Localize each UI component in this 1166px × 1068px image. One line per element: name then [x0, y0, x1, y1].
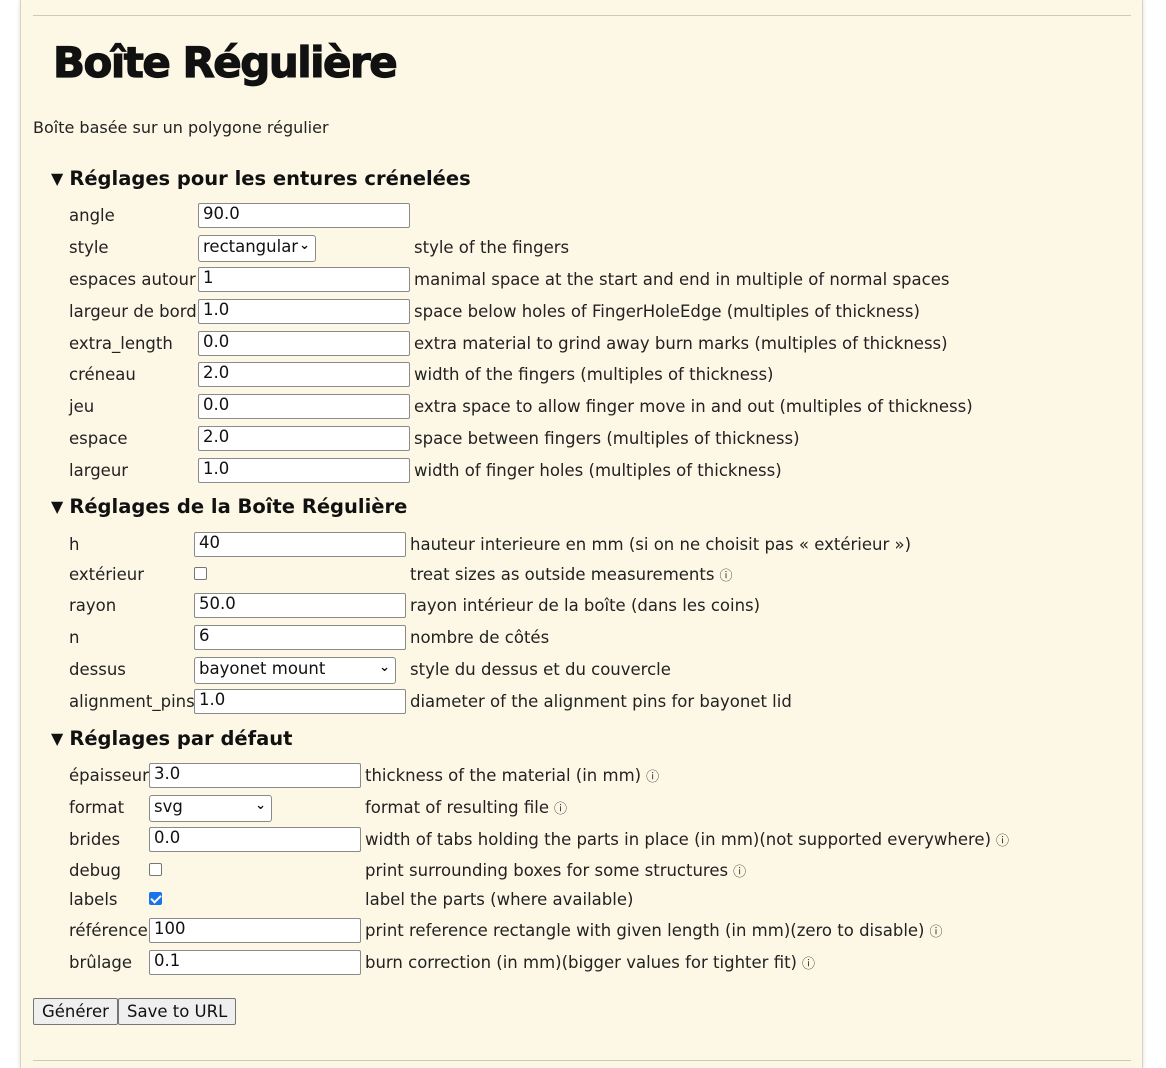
field-help: width of tabs holding the parts in place… — [365, 830, 1010, 849]
field-help: style du dessus et du couvercle — [410, 660, 671, 679]
field-help: burn correction (in mm)(bigger values fo… — [365, 953, 816, 972]
field-label: labels — [69, 890, 118, 909]
page-description: Boîte basée sur un polygone régulier — [33, 118, 329, 137]
field-label: jeu — [69, 397, 95, 416]
reference-input[interactable]: 100 — [149, 918, 361, 943]
field-label: alignment_pins — [69, 692, 195, 711]
field-help: label the parts (where available) — [365, 890, 634, 909]
field-help: print surrounding boxes for some structu… — [365, 861, 747, 880]
field-label: largeur de bord — [69, 302, 197, 321]
jeu-input[interactable]: 0.0 — [198, 394, 410, 419]
field-label: dessus — [69, 660, 126, 679]
largeur-input[interactable]: 1.0 — [198, 458, 410, 483]
angle-input[interactable]: 90.0 — [198, 203, 410, 228]
field-label: style — [69, 238, 109, 257]
field-label: h — [69, 535, 80, 554]
section-box-title[interactable]: ▼ Réglages de la Boîte Régulière — [51, 495, 407, 518]
field-help: extra material to grind away burn marks … — [414, 334, 948, 353]
field-label: angle — [69, 206, 115, 225]
disclosure-triangle-icon: ▼ — [51, 497, 64, 516]
creneau-input[interactable]: 2.0 — [198, 362, 410, 387]
field-label: brides — [69, 830, 121, 849]
epaisseur-input[interactable]: 3.0 — [149, 763, 361, 788]
field-help: space below holes of FingerHoleEdge (mul… — [414, 302, 920, 321]
chevron-down-icon: ⌄ — [255, 798, 266, 813]
generate-button[interactable]: Générer — [33, 998, 118, 1025]
field-label: référence — [69, 921, 148, 940]
field-help: hauteur interieure en mm (si on ne chois… — [410, 535, 912, 554]
info-icon[interactable]: ⓘ — [733, 865, 746, 880]
exterieur-checkbox[interactable] — [194, 567, 207, 580]
info-icon[interactable]: ⓘ — [554, 802, 567, 817]
field-label: rayon — [69, 596, 117, 615]
field-label: espaces autour — [69, 270, 196, 289]
info-icon[interactable]: ⓘ — [646, 770, 659, 785]
info-icon[interactable]: ⓘ — [996, 834, 1009, 849]
field-label: debug — [69, 861, 122, 880]
field-label: extra_length — [69, 334, 173, 353]
top-divider — [33, 15, 1131, 16]
field-help: style of the fingers — [414, 238, 570, 257]
field-help: format of resulting file ⓘ — [365, 798, 568, 817]
largeur-de-bord-input[interactable]: 1.0 — [198, 299, 410, 324]
extra-length-input[interactable]: 0.0 — [198, 331, 410, 356]
disclosure-triangle-icon: ▼ — [51, 169, 64, 188]
alignment-pins-input[interactable]: 1.0 — [194, 689, 406, 714]
field-help: nombre de côtés — [410, 628, 550, 647]
espace-input[interactable]: 2.0 — [198, 426, 410, 451]
field-label: créneau — [69, 365, 136, 384]
brides-input[interactable]: 0.0 — [149, 827, 361, 852]
chevron-down-icon: ⌄ — [299, 238, 310, 253]
dessus-select[interactable]: bayonet mount ⌄ — [194, 657, 396, 684]
field-label: format — [69, 798, 125, 817]
field-help: extra space to allow finger move in and … — [414, 397, 973, 416]
info-icon[interactable]: ⓘ — [930, 925, 943, 940]
field-help: thickness of the material (in mm) ⓘ — [365, 766, 660, 785]
field-help: print reference rectangle with given len… — [365, 921, 943, 940]
format-select[interactable]: svg ⌄ — [149, 795, 272, 822]
field-label: largeur — [69, 461, 129, 480]
field-label: épaisseur — [69, 766, 149, 785]
bottom-divider — [33, 1060, 1131, 1061]
field-help: width of finger holes (multiples of thic… — [414, 461, 782, 480]
h-input[interactable]: 40 — [194, 532, 406, 557]
section-finger-title[interactable]: ▼ Réglages pour les entures crénelées — [51, 167, 471, 190]
field-help: diameter of the alignment pins for bayon… — [410, 692, 792, 711]
info-icon[interactable]: ⓘ — [802, 957, 815, 972]
field-label: espace — [69, 429, 128, 448]
brulage-input[interactable]: 0.1 — [149, 950, 361, 975]
section-defaults-title[interactable]: ▼ Réglages par défaut — [51, 727, 293, 750]
disclosure-triangle-icon: ▼ — [51, 729, 64, 748]
labels-checkbox[interactable] — [149, 892, 162, 905]
page-panel: Boîte Régulière Boîte basée sur un polyg… — [20, 0, 1143, 1068]
field-help: manimal space at the start and end in mu… — [414, 270, 950, 289]
field-help: treat sizes as outside measurements ⓘ — [410, 565, 733, 584]
debug-checkbox[interactable] — [149, 863, 162, 876]
field-help: space between fingers (multiples of thic… — [414, 429, 800, 448]
field-help: width of the fingers (multiples of thick… — [414, 365, 774, 384]
page-title: Boîte Régulière — [52, 37, 398, 87]
save-to-url-button[interactable]: Save to URL — [118, 998, 237, 1025]
style-select[interactable]: rectangular ⌄ — [198, 235, 316, 262]
info-icon[interactable]: ⓘ — [719, 569, 732, 584]
field-help: rayon intérieur de la boîte (dans les co… — [410, 596, 761, 615]
field-label: n — [69, 628, 80, 647]
field-label: brûlage — [69, 953, 133, 972]
chevron-down-icon: ⌄ — [379, 660, 390, 675]
field-label: extérieur — [69, 565, 145, 584]
espaces-autour-input[interactable]: 1 — [198, 267, 410, 292]
n-input[interactable]: 6 — [194, 625, 406, 650]
rayon-input[interactable]: 50.0 — [194, 593, 406, 618]
